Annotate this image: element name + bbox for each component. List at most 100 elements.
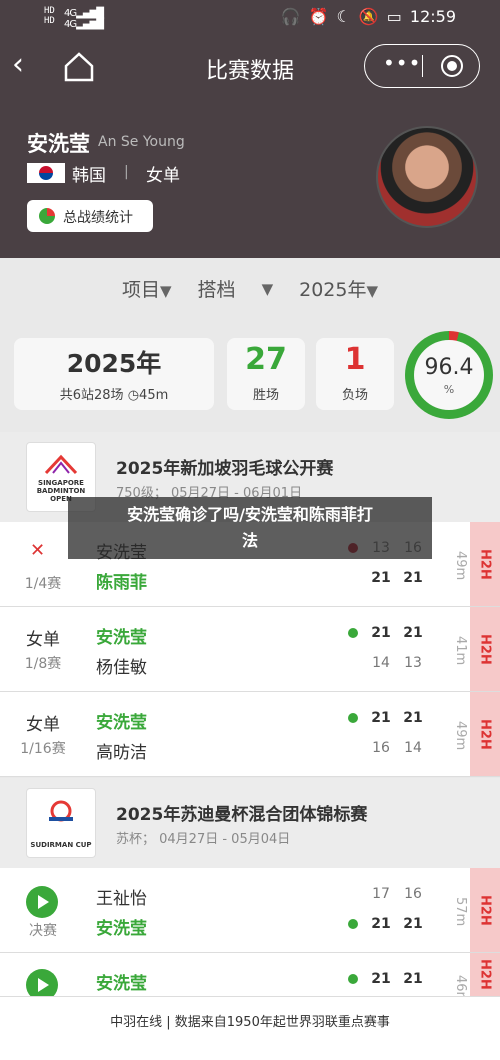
score: 21 [403, 710, 423, 726]
top-nav: ‹ 比赛数据 ••• [0, 36, 500, 98]
losses-card: 1 负场 [316, 338, 394, 410]
capsule-divider [422, 55, 423, 77]
tournament-info: 苏杯； 04月27日 - 05月04日 [116, 832, 291, 847]
win-indicator [348, 919, 358, 929]
close-miniprogram-icon[interactable] [441, 55, 463, 77]
player-country: 韩国 [72, 166, 106, 186]
score: 21 [371, 916, 391, 932]
score: 16 [404, 886, 422, 902]
year-summary-card: 2025年 共6站28场 ◷45m [14, 338, 214, 410]
filter-year[interactable]: 2025年▼ [299, 275, 378, 302]
h2h-button[interactable]: H2H [470, 953, 500, 996]
filter-partner[interactable]: 搭档 [198, 275, 236, 302]
win-indicator [348, 713, 358, 723]
caption-overlay: 安洗莹确诊了吗/安洗莹和陈雨菲打 法 [68, 497, 432, 559]
clock-time: 12:59 [409, 7, 456, 26]
win-rate-unit: % [443, 383, 455, 396]
match-round: 1/16赛 [20, 741, 66, 757]
score: 21 [371, 570, 391, 586]
player-name: 安洗莹 [27, 132, 90, 156]
match-duration: 49m [453, 721, 468, 751]
moon-icon: ☾ [336, 7, 351, 26]
match-row[interactable]: 女单 1/8赛 安洗莹 杨佳敏 21 21 14 13 41m H2H [0, 607, 500, 692]
match-duration: 57m [453, 897, 468, 927]
korea-flag-icon [27, 163, 65, 183]
player-profile: 安洗莹 An Se Young 韩国 | 女单 总战绩统计 [0, 98, 500, 258]
clock-icon: ◷ [127, 388, 140, 403]
player-1: 安洗莹 [96, 628, 147, 648]
win-indicator [348, 628, 358, 638]
score: 21 [403, 625, 423, 641]
player-2: 安洗莹 [96, 919, 147, 939]
player-2: 高昉洁 [96, 743, 147, 763]
separator: | [124, 164, 129, 180]
match-duration: 49m [453, 551, 468, 581]
player-1: 安洗莹 [96, 974, 147, 994]
status-right: 🎧 ⏰ ☾ 🔕 ▭ 12:59 [281, 7, 456, 26]
mute-icon: 🔕 [358, 7, 379, 26]
player-event: 女单 [146, 166, 180, 186]
match-row[interactable]: 女单 1/16赛 安洗莹 高昉洁 21 21 16 14 49m H2H [0, 692, 500, 777]
player-name-en: An Se Young [98, 134, 185, 150]
h2h-button[interactable]: H2H [470, 522, 500, 606]
score: 21 [403, 570, 423, 586]
match-round: 1/4赛 [24, 576, 62, 592]
score: 14 [404, 740, 422, 756]
play-video-icon[interactable] [26, 886, 58, 918]
score: 14 [372, 655, 390, 671]
win-indicator [348, 974, 358, 984]
match-type: 女单 [26, 715, 60, 735]
status-bar: HD HD 4G▂▄▆█ 4G▂▄▆█ 🎧 ⏰ ☾ 🔕 ▭ 12:59 [0, 0, 500, 36]
tournament-header[interactable]: SUDIRMAN CUP 2025年苏迪曼杯混合团体锦标赛 苏杯； 04月27日… [0, 778, 500, 868]
match-round: 1/8赛 [24, 656, 62, 672]
avatar [376, 126, 478, 228]
headphones-icon: 🎧 [280, 7, 301, 26]
player-1: 安洗莹 [96, 713, 147, 733]
pie-chart-icon [39, 208, 55, 224]
match-type: 女单 [26, 630, 60, 650]
footer-source: 中羽在线 | 数据来自1950年起世界羽联重点赛事 [0, 996, 500, 1060]
match-row[interactable]: 决赛 王祉怡 安洗莹 17 16 21 21 57m H2H [0, 868, 500, 953]
total-stats-button[interactable]: 总战绩统计 [27, 200, 153, 232]
more-icon[interactable]: ••• [383, 51, 421, 75]
losses-count: 1 [344, 342, 366, 377]
battery-icon: ▭ [386, 7, 402, 26]
score: 21 [371, 710, 391, 726]
filter-bar: 项目▼ 搭档 ▼ 2025年▼ [0, 262, 500, 314]
h2h-button[interactable]: H2H [470, 692, 500, 776]
mini-program-capsule: ••• [364, 44, 480, 88]
score: 21 [403, 971, 423, 987]
win-rate-ring: 96.4 % [405, 331, 493, 419]
match-duration: 41m [453, 636, 468, 666]
player-2: 陈雨菲 [96, 573, 147, 593]
total-stats-label: 总战绩统计 [63, 210, 133, 226]
score: 21 [371, 971, 391, 987]
score: 21 [403, 916, 423, 932]
match-round: 决赛 [29, 923, 57, 939]
summary-year: 2025年 [66, 349, 162, 378]
tournament-name: 2025年苏迪曼杯混合团体锦标赛 [116, 805, 368, 825]
signal-icon: 4G▂▄▆█ 4G▂▄▆█ [64, 8, 104, 30]
filter-event[interactable]: 项目▼ [122, 275, 172, 302]
shuttlecock-icon: ✕ [30, 540, 46, 561]
summary-detail: 共6站28场 ◷45m [59, 388, 169, 403]
chevron-down-icon: ▼ [160, 281, 172, 300]
score: 16 [372, 740, 390, 756]
win-rate-value: 96.4 [424, 355, 474, 380]
tournament-logo: SUDIRMAN CUP [26, 788, 96, 858]
match-row[interactable]: 安洗莹 21 21 46m H2H [0, 953, 500, 1001]
wins-card: 27 胜场 [227, 338, 305, 410]
h2h-button[interactable]: H2H [470, 607, 500, 691]
alarm-icon: ⏰ [308, 7, 329, 26]
losses-label: 负场 [341, 388, 368, 403]
tournament-name: 2025年新加坡羽毛球公开赛 [116, 459, 334, 479]
score: 17 [372, 886, 390, 902]
chevron-down-icon: ▼ [261, 280, 274, 298]
player-2: 杨佳敏 [96, 658, 147, 678]
score: 21 [371, 625, 391, 641]
match-duration: 46m [453, 975, 468, 996]
player-1: 王祉怡 [96, 889, 147, 909]
wins-count: 27 [245, 342, 287, 377]
h2h-button[interactable]: H2H [470, 868, 500, 952]
filter-opponent[interactable]: ▼ [262, 277, 274, 299]
